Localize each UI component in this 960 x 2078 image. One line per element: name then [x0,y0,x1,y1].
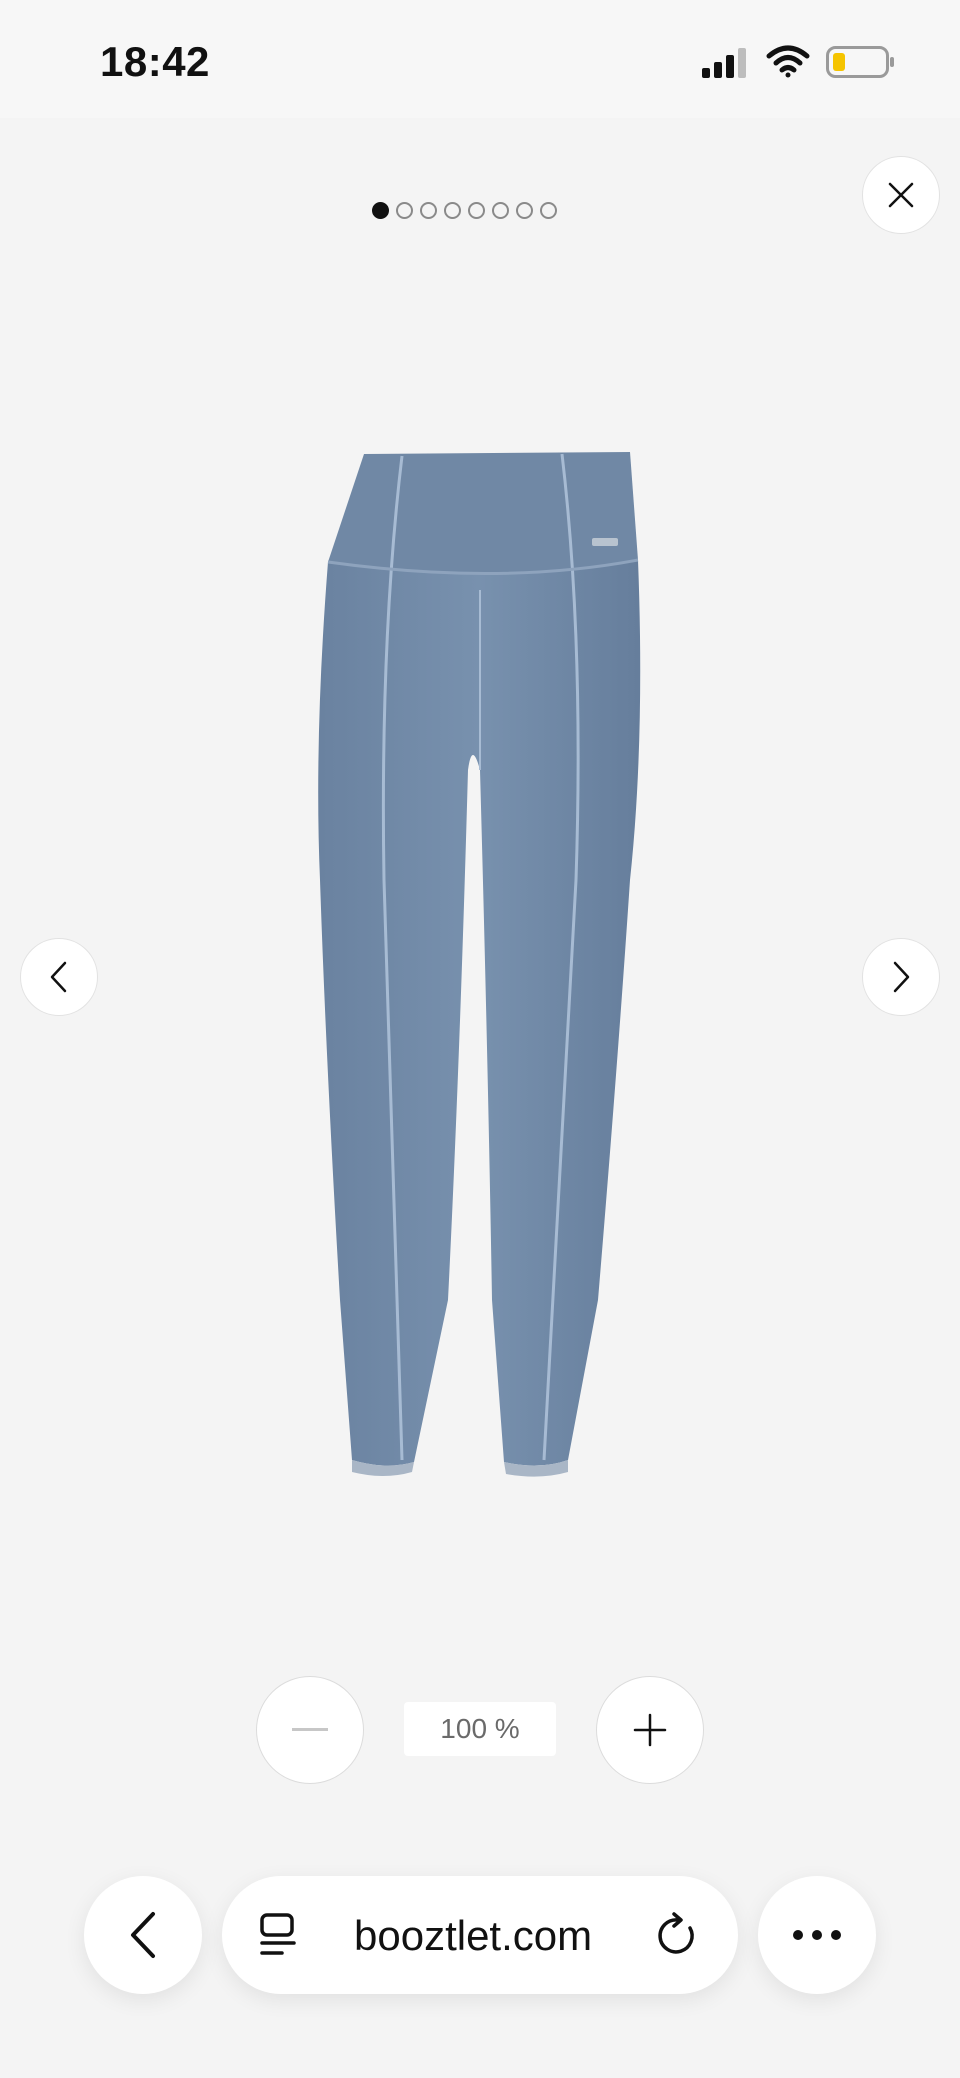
status-bar: 18:42 [0,0,960,118]
chevron-right-icon [893,961,910,993]
previous-image-button[interactable] [20,938,98,1016]
address-bar[interactable]: booztlet.com [222,1876,738,1994]
pagination-dot[interactable] [516,202,533,219]
battery-low-icon [826,46,894,78]
zoom-in-button[interactable] [596,1676,704,1784]
close-button[interactable] [862,156,940,234]
tabs-icon[interactable] [258,1912,298,1958]
pagination-dot[interactable] [420,202,437,219]
more-icon [793,1930,841,1940]
cellular-signal-icon [702,48,746,78]
status-time: 18:42 [100,38,210,85]
reload-icon[interactable] [656,1912,700,1958]
url-text[interactable]: booztlet.com [354,1912,592,1960]
pagination-dot[interactable] [468,202,485,219]
zoom-out-button[interactable] [256,1676,364,1784]
wifi-icon [766,45,810,78]
pagination-dot[interactable] [492,202,509,219]
minus-icon [292,1728,328,1731]
gallery-pagination [372,202,557,219]
zoom-level-display: 100 % [404,1702,556,1756]
pagination-dot[interactable] [540,202,557,219]
pagination-dot-active[interactable] [372,202,389,219]
pagination-dot[interactable] [444,202,461,219]
back-arrow-icon [131,1912,155,1958]
browser-back-button[interactable] [84,1876,202,1994]
close-icon [888,182,914,208]
more-options-button[interactable] [758,1876,876,1994]
browser-toolbar: booztlet.com [0,1870,960,2010]
plus-icon [633,1713,667,1747]
next-image-button[interactable] [862,938,940,1016]
pagination-dot[interactable] [396,202,413,219]
blue-leggings-image [318,452,641,1477]
chevron-left-icon [50,961,67,993]
